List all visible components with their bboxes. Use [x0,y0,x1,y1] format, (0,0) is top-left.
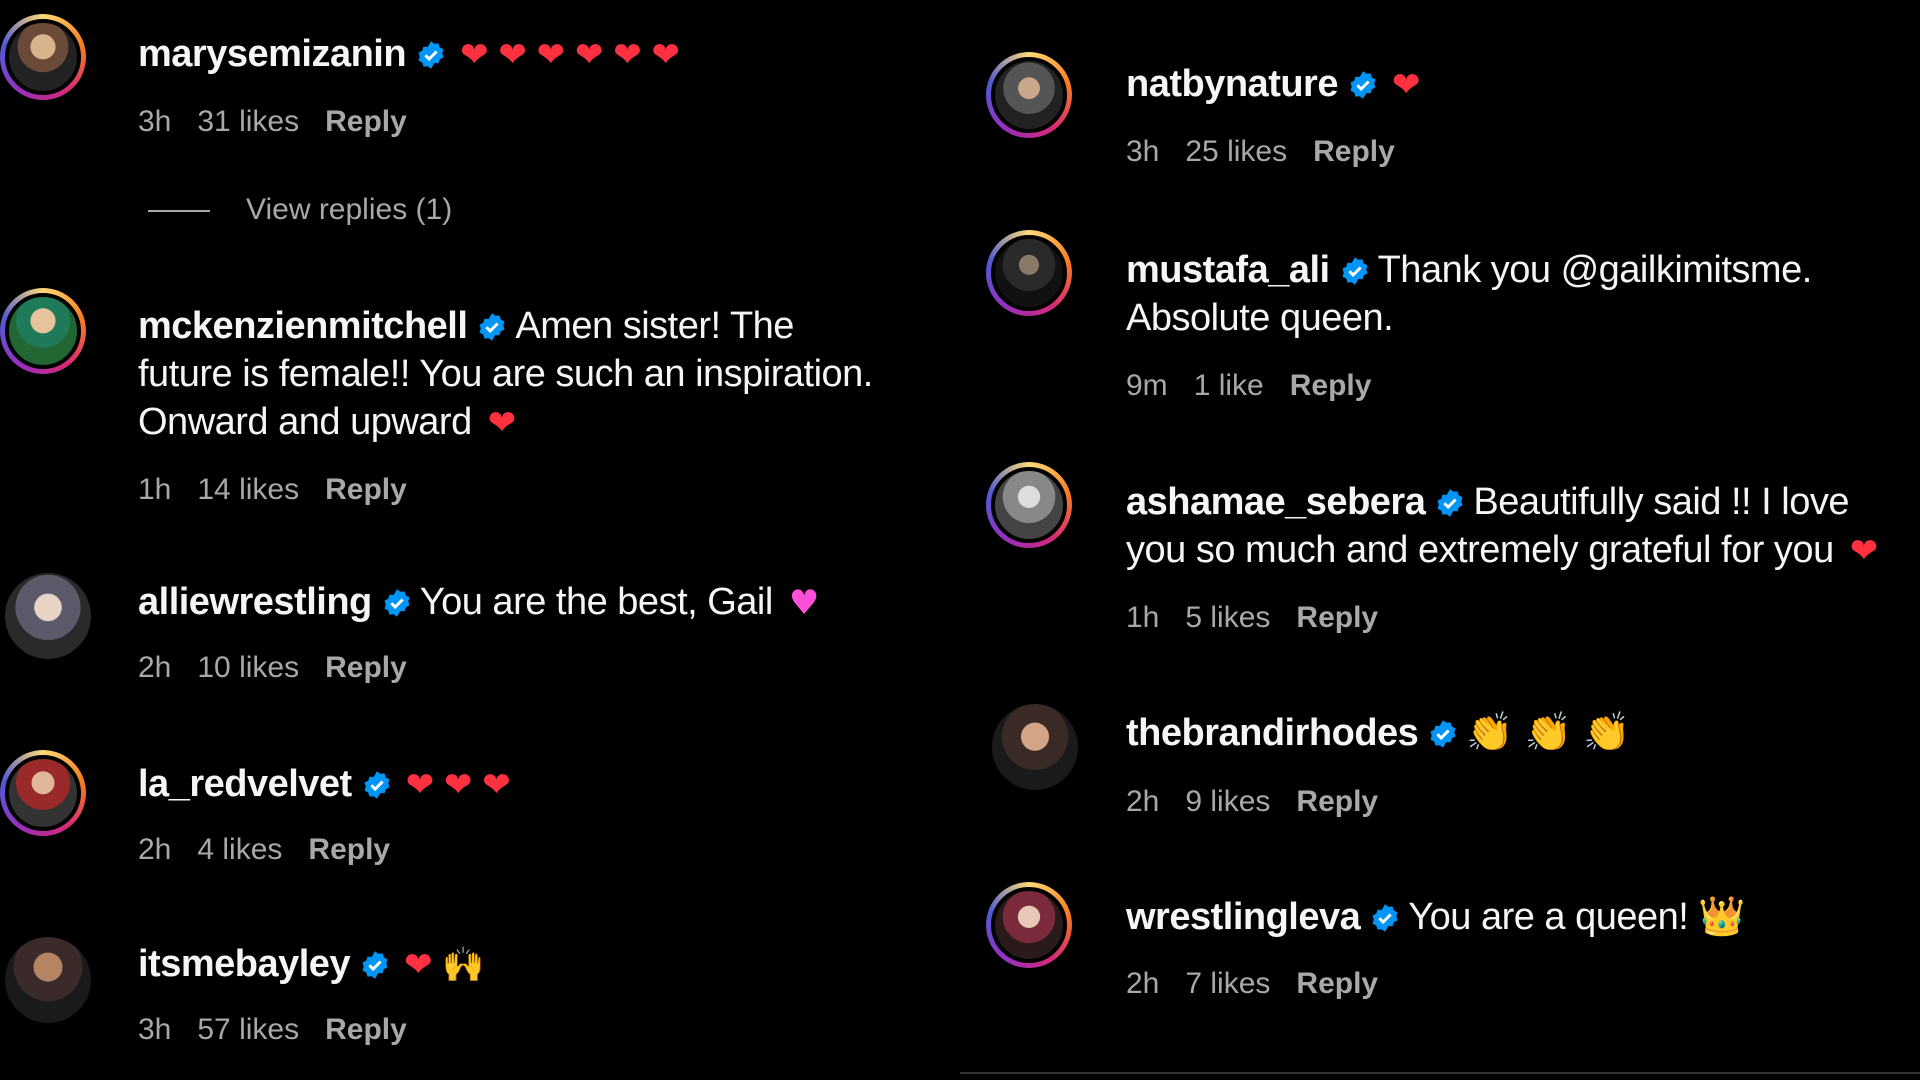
verified-badge-icon [418,41,444,69]
comment-time: 2h [138,833,172,866]
comment-time: 1h [1126,601,1160,634]
heart-emoji: ❤ [1391,65,1421,105]
verified-badge-icon [364,771,390,799]
reply-button[interactable]: Reply [325,651,407,684]
divider-line [148,210,210,213]
comment-meta: 2h 7 likes Reply [1126,964,1404,1004]
comment-time: 3h [138,105,172,138]
like-count[interactable]: 7 likes [1185,967,1270,1000]
reply-button[interactable]: Reply [325,1013,407,1046]
crown-emoji: 👑 [1698,894,1746,938]
emoji-reaction: ❤ 🙌 [404,945,485,985]
comment-time: 2h [138,651,172,684]
heart-emoji: ❤ [1849,531,1879,571]
comment-time: 1h [138,473,172,506]
verified-badge-icon [1437,489,1463,517]
like-count[interactable]: 4 likes [197,833,282,866]
avatar[interactable] [986,230,1072,316]
comment-meta: 2h 4 likes Reply [138,830,416,870]
bottom-divider [960,1072,1920,1074]
reply-button[interactable]: Reply [1296,967,1378,1000]
like-count[interactable]: 1 like [1194,369,1264,402]
username[interactable]: natbynature [1126,63,1338,105]
comment-meta: 2h 10 likes Reply [138,648,433,688]
like-count[interactable]: 10 likes [197,651,299,684]
comment-meta: 3h 31 likes Reply [138,102,433,142]
avatar[interactable] [0,288,86,374]
comment-meta: 2h 9 likes Reply [1126,782,1404,822]
verified-badge-icon [1342,257,1368,285]
verified-badge-icon [1430,720,1456,748]
view-replies-button[interactable]: View replies (1) [148,193,452,227]
comment-time: 3h [138,1013,172,1046]
username[interactable]: itsmebayley [138,943,351,985]
username[interactable]: mustafa_ali [1126,249,1330,291]
reply-button[interactable]: Reply [308,833,390,866]
comment-meta: 3h 25 likes Reply [1126,132,1421,172]
comment-time: 9m [1126,369,1168,402]
reply-button[interactable]: Reply [1296,785,1378,818]
avatar[interactable] [0,14,86,100]
reply-button[interactable]: Reply [325,473,407,506]
emoji-reaction: ❤ ❤ ❤ [405,765,511,805]
verified-badge-icon [362,951,388,979]
like-count[interactable]: 57 likes [197,1013,299,1046]
comment-meta: 1h 5 likes Reply [1126,598,1404,638]
comment-text: You are a queen! [1408,896,1689,938]
username[interactable]: la_redvelvet [138,763,352,805]
emoji-reaction: ❤ ❤ ❤ ❤ ❤ ❤ [460,35,680,75]
comment-text: You are the best, Gail [419,581,774,623]
comment-time: 3h [1126,135,1160,168]
avatar[interactable] [5,573,91,659]
username[interactable]: ashamae_sebera [1126,481,1426,523]
reply-button[interactable]: Reply [1313,135,1395,168]
avatar[interactable] [992,704,1078,790]
comment-time: 2h [1126,967,1160,1000]
avatar[interactable] [0,750,86,836]
view-replies-label: View replies (1) [246,193,453,226]
reply-button[interactable]: Reply [1290,369,1372,402]
username[interactable]: mckenzienmitchell [138,305,468,347]
reply-button[interactable]: Reply [325,105,407,138]
like-count[interactable]: 31 likes [197,105,299,138]
username[interactable]: wrestlingleva [1126,896,1361,938]
like-count[interactable]: 14 likes [197,473,299,506]
verified-badge-icon [479,313,505,341]
like-count[interactable]: 25 likes [1185,135,1287,168]
avatar[interactable] [5,937,91,1023]
comment-meta: 9m 1 like Reply [1126,366,1397,406]
username[interactable]: thebrandirhodes [1126,712,1419,754]
avatar[interactable] [986,882,1072,968]
comment-meta: 3h 57 likes Reply [138,1010,433,1050]
avatar[interactable] [986,462,1072,548]
verified-badge-icon [1350,71,1376,99]
comment-time: 2h [1126,785,1160,818]
heart-emoji: ❤ [487,403,517,443]
verified-badge-icon [384,589,410,617]
username[interactable]: marysemizanin [138,33,407,75]
reply-button[interactable]: Reply [1296,601,1378,634]
pink-heart-emoji: ♥ [788,583,819,623]
like-count[interactable]: 5 likes [1185,601,1270,634]
comment-meta: 1h 14 likes Reply [138,470,433,510]
avatar[interactable] [986,52,1072,138]
like-count[interactable]: 9 likes [1185,785,1270,818]
clap-emoji: 👏 👏 👏 [1466,710,1630,754]
verified-badge-icon [1372,904,1398,932]
username[interactable]: alliewrestling [138,581,372,623]
